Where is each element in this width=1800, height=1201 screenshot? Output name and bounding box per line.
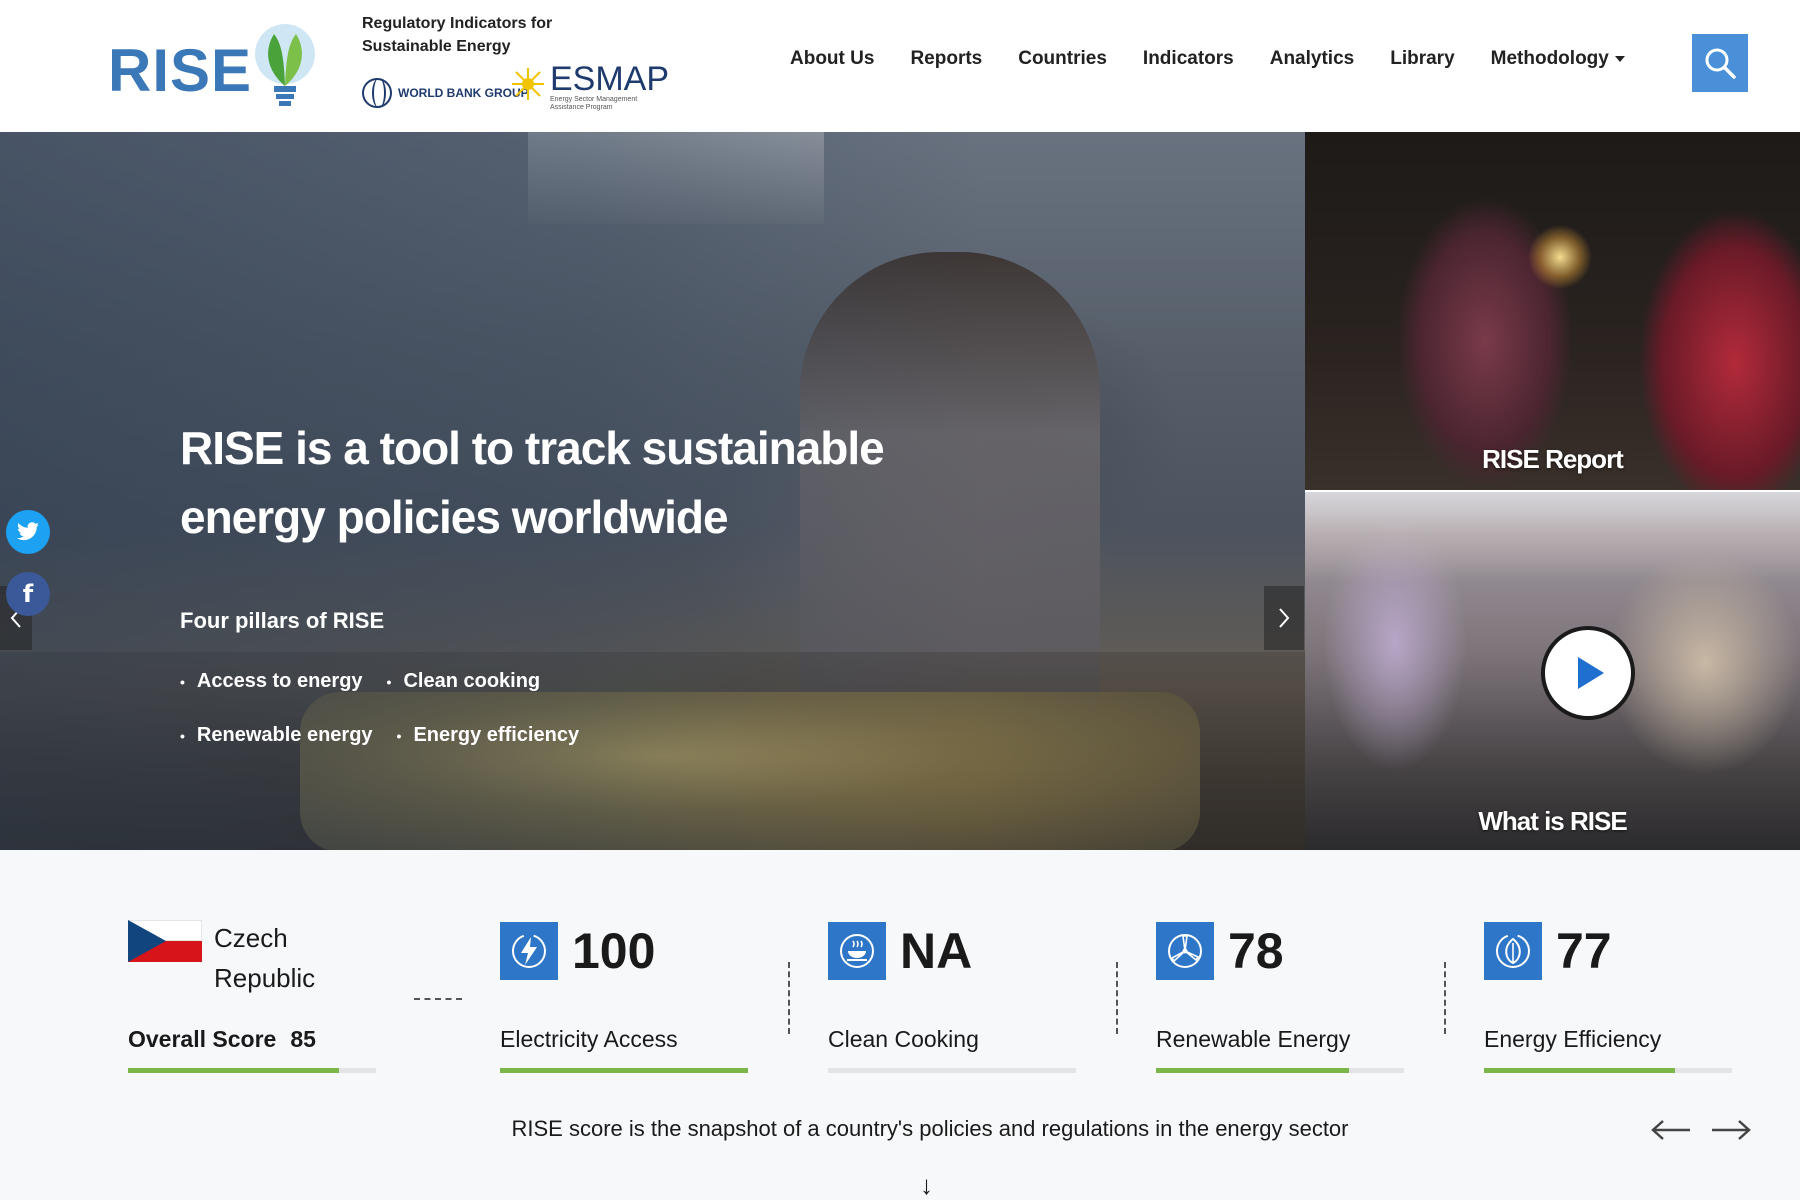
pillars-row-1: Access to energy Clean cooking (180, 670, 540, 693)
search-button[interactable] (1692, 34, 1748, 92)
energy-efficiency-value: 77 (1556, 923, 1612, 979)
esmap-logo[interactable]: ESMAP Energy Sector Management Assistanc… (510, 62, 669, 112)
czech-flag-icon (128, 920, 202, 962)
score-caption: RISE score is the snapshot of a country'… (511, 1116, 1349, 1141)
pillar-access[interactable]: Access to energy (180, 670, 363, 693)
nav-methodology[interactable]: Methodology (1491, 48, 1625, 70)
divider (788, 962, 790, 1034)
divider (414, 998, 462, 1000)
lightbulb-logo-icon[interactable] (252, 20, 318, 110)
what-is-rise-label: What is RISE (1478, 806, 1627, 836)
caret-down-icon (1614, 56, 1625, 62)
arrow-right-icon[interactable] (1710, 1118, 1752, 1142)
energy-efficiency-bar (1484, 1068, 1732, 1073)
electricity-icon (500, 922, 558, 980)
clean-cooking-label[interactable]: Clean Cooking (828, 1026, 979, 1053)
twitter-share-button[interactable] (6, 510, 50, 554)
main-nav: About Us Reports Countries Indicators An… (790, 48, 1625, 70)
play-video-icon[interactable] (1541, 626, 1635, 720)
carousel-next-button[interactable] (1264, 586, 1304, 650)
chevron-right-icon (1279, 608, 1290, 628)
country-name[interactable]: Czech Republic (214, 918, 315, 998)
clean-cooking-bar (828, 1068, 1076, 1073)
twitter-icon (17, 522, 39, 541)
arrow-left-icon[interactable] (1650, 1118, 1692, 1142)
pillar-cooking[interactable]: Clean cooking (387, 670, 540, 693)
hero-banner: RISE is a tool to track sustainable ener… (0, 132, 1305, 850)
world-bank-group-logo[interactable]: WORLD BANK GROUP (362, 78, 529, 108)
pillar-renewable[interactable]: Renewable energy (180, 724, 373, 747)
what-is-rise-video-card[interactable]: What is RISE (1305, 492, 1800, 850)
rise-report-card[interactable]: RISE Report (1305, 132, 1800, 490)
renewable-energy-bar (1156, 1068, 1404, 1073)
country-carousel-arrows (1650, 1118, 1752, 1142)
renewable-energy-label[interactable]: Renewable Energy (1156, 1026, 1350, 1053)
overall-score-value: 85 (290, 1026, 316, 1052)
renewable-energy-value: 78 (1228, 923, 1284, 979)
energy-efficiency-label[interactable]: Energy Efficiency (1484, 1026, 1661, 1053)
globe-icon (362, 78, 392, 108)
pillars-row-2: Renewable energy Energy efficiency (180, 724, 579, 747)
facebook-share-button[interactable]: f (6, 572, 50, 616)
overall-score-bar (128, 1068, 376, 1073)
hero-title: RISE is a tool to track sustainable ener… (180, 422, 885, 543)
rise-report-label: RISE Report (1482, 444, 1624, 474)
pillar-efficiency[interactable]: Energy efficiency (397, 724, 579, 747)
leaf-icon (1484, 922, 1542, 980)
pillars-title: Four pillars of RISE (180, 608, 385, 633)
sun-icon (512, 68, 544, 100)
scroll-down-arrow-icon[interactable]: ↓ (920, 1170, 933, 1201)
wind-turbine-icon (1156, 922, 1214, 980)
facebook-icon: f (22, 580, 34, 608)
divider (1116, 962, 1118, 1034)
nav-library[interactable]: Library (1390, 48, 1454, 70)
overall-score: Overall Score 85 (128, 1026, 316, 1052)
site-tagline: Regulatory Indicators for Sustainable En… (362, 15, 553, 55)
nav-countries[interactable]: Countries (1018, 48, 1107, 70)
cooking-icon (828, 922, 886, 980)
electricity-access-label[interactable]: Electricity Access (500, 1026, 678, 1053)
renewable-energy-bar-fill (1156, 1068, 1350, 1073)
overall-score-bar-fill (128, 1068, 339, 1073)
divider (1444, 962, 1446, 1034)
nav-about-us[interactable]: About Us (790, 48, 874, 70)
rise-logo[interactable]: RISE (108, 36, 252, 105)
search-icon (1705, 48, 1736, 79)
site-header: RISE Regulatory Indicators for Sustainab… (0, 0, 1800, 132)
nav-reports[interactable]: Reports (910, 48, 982, 70)
nav-analytics[interactable]: Analytics (1270, 48, 1354, 70)
energy-efficiency-bar-fill (1484, 1068, 1675, 1073)
electricity-access-bar (500, 1068, 748, 1073)
electricity-access-bar-fill (500, 1068, 748, 1073)
nav-indicators[interactable]: Indicators (1143, 48, 1234, 70)
country-score-strip: Czech Republic Overall Score 85 100 Elect… (0, 850, 1800, 1200)
electricity-access-value: 100 (572, 923, 656, 979)
clean-cooking-value: NA (900, 923, 973, 979)
